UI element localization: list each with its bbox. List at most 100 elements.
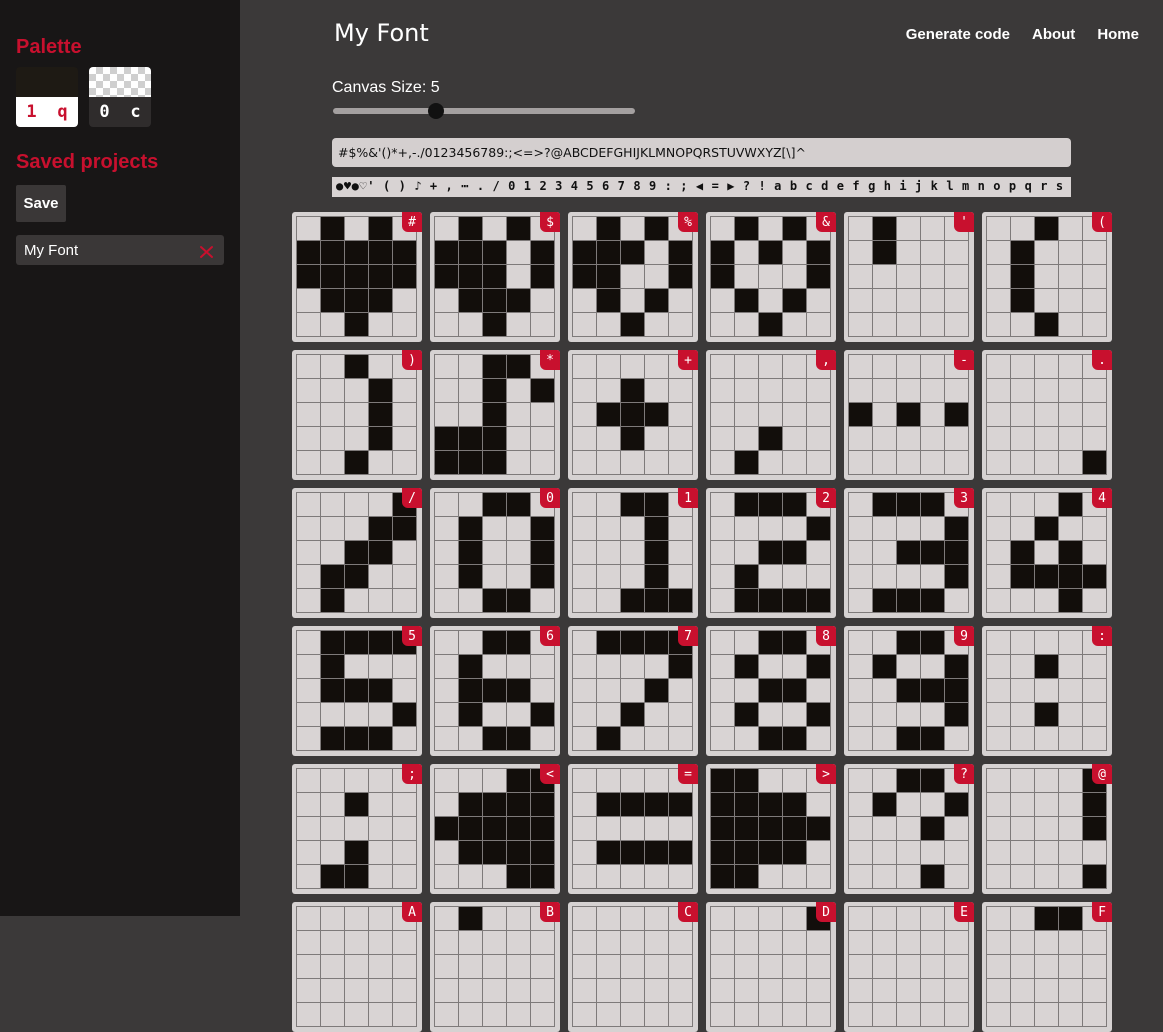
pixel-cell[interactable] <box>849 931 872 954</box>
pixel-cell[interactable] <box>483 517 506 540</box>
pixel-cell[interactable] <box>321 451 344 474</box>
pixel-cell[interactable] <box>873 427 896 450</box>
pixel-cell[interactable] <box>807 703 830 726</box>
pixel-cell[interactable] <box>1059 1003 1082 1026</box>
pixel-cell[interactable] <box>945 427 968 450</box>
pixel-cell[interactable] <box>645 703 668 726</box>
pixel-cell[interactable] <box>459 313 482 336</box>
pixel-cell[interactable] <box>459 265 482 288</box>
pixel-cell[interactable] <box>507 241 530 264</box>
pixel-cell[interactable] <box>921 241 944 264</box>
pixel-cell[interactable] <box>531 727 554 750</box>
pixel-cell[interactable] <box>531 427 554 450</box>
pixel-cell[interactable] <box>759 655 782 678</box>
pixel-cell[interactable] <box>669 679 692 702</box>
pixel-cell[interactable] <box>531 451 554 474</box>
pixel-cell[interactable] <box>573 289 596 312</box>
pixel-cell[interactable] <box>711 703 734 726</box>
pixel-cell[interactable] <box>597 451 620 474</box>
pixel-cell[interactable] <box>1083 793 1106 816</box>
pixel-cell[interactable] <box>345 217 368 240</box>
pixel-cell[interactable] <box>297 955 320 978</box>
nav-home[interactable]: Home <box>1097 26 1139 43</box>
pixel-cell[interactable] <box>711 865 734 888</box>
pixel-cell[interactable] <box>645 289 668 312</box>
pixel-cell[interactable] <box>297 217 320 240</box>
pixel-cell[interactable] <box>435 955 458 978</box>
pixel-cell[interactable] <box>783 451 806 474</box>
pixel-cell[interactable] <box>669 241 692 264</box>
pixel-cell[interactable] <box>735 631 758 654</box>
pixel-cell[interactable] <box>735 907 758 930</box>
pixel-cell[interactable] <box>945 727 968 750</box>
pixel-cell[interactable] <box>621 451 644 474</box>
pixel-cell[interactable] <box>987 217 1010 240</box>
pixel-cell[interactable] <box>621 217 644 240</box>
pixel-cell[interactable] <box>783 817 806 840</box>
canvas-size-slider[interactable] <box>333 102 635 120</box>
pixel-cell[interactable] <box>621 493 644 516</box>
pixel-cell[interactable] <box>945 313 968 336</box>
pixel-cell[interactable] <box>735 493 758 516</box>
pixel-cell[interactable] <box>345 565 368 588</box>
pixel-cell[interactable] <box>507 217 530 240</box>
pixel-cell[interactable] <box>735 517 758 540</box>
pixel-cell[interactable] <box>573 1003 596 1026</box>
pixel-cell[interactable] <box>621 427 644 450</box>
pixel-cell[interactable] <box>735 841 758 864</box>
pixel-cell[interactable] <box>1083 955 1106 978</box>
pixel-cell[interactable] <box>759 355 782 378</box>
pixel-cell[interactable] <box>669 1003 692 1026</box>
pixel-cell[interactable] <box>369 793 392 816</box>
pixel-cell[interactable] <box>483 817 506 840</box>
pixel-cell[interactable] <box>669 427 692 450</box>
pixel-cell[interactable] <box>369 565 392 588</box>
pixel-cell[interactable] <box>873 727 896 750</box>
pixel-cell[interactable] <box>783 241 806 264</box>
pixel-cell[interactable] <box>621 541 644 564</box>
pixel-cell[interactable] <box>921 217 944 240</box>
pixel-cell[interactable] <box>783 631 806 654</box>
pixel-cell[interactable] <box>573 403 596 426</box>
pixel-cell[interactable] <box>597 907 620 930</box>
pixel-cell[interactable] <box>1083 403 1106 426</box>
pixel-cell[interactable] <box>669 379 692 402</box>
pixel-cell[interactable] <box>1011 727 1034 750</box>
pixel-cell[interactable] <box>435 379 458 402</box>
pixel-cell[interactable] <box>1011 379 1034 402</box>
pixel-cell[interactable] <box>435 865 458 888</box>
pixel-cell[interactable] <box>897 793 920 816</box>
pixel-cell[interactable] <box>1011 517 1034 540</box>
pixel-cell[interactable] <box>483 931 506 954</box>
pixel-cell[interactable] <box>435 313 458 336</box>
pixel-cell[interactable] <box>897 379 920 402</box>
pixel-cell[interactable] <box>321 769 344 792</box>
pixel-cell[interactable] <box>897 265 920 288</box>
pixel-cell[interactable] <box>621 841 644 864</box>
pixel-cell[interactable] <box>435 631 458 654</box>
pixel-cell[interactable] <box>483 313 506 336</box>
pixel-cell[interactable] <box>735 451 758 474</box>
pixel-cell[interactable] <box>621 241 644 264</box>
pixel-cell[interactable] <box>459 679 482 702</box>
pixel-cell[interactable] <box>1059 589 1082 612</box>
pixel-cell[interactable] <box>321 493 344 516</box>
pixel-cell[interactable] <box>321 655 344 678</box>
pixel-cell[interactable] <box>393 793 416 816</box>
pixel-cell[interactable] <box>597 289 620 312</box>
pixel-cell[interactable] <box>783 427 806 450</box>
pixel-cell[interactable] <box>1083 565 1106 588</box>
pixel-cell[interactable] <box>873 451 896 474</box>
pixel-cell[interactable] <box>483 265 506 288</box>
pixel-cell[interactable] <box>597 979 620 1002</box>
pixel-cell[interactable] <box>1059 679 1082 702</box>
pixel-cell[interactable] <box>921 565 944 588</box>
pixel-cell[interactable] <box>297 907 320 930</box>
pixel-cell[interactable] <box>897 1003 920 1026</box>
pixel-cell[interactable] <box>621 865 644 888</box>
pixel-cell[interactable] <box>297 565 320 588</box>
pixel-cell[interactable] <box>897 589 920 612</box>
pixel-cell[interactable] <box>711 589 734 612</box>
pixel-cell[interactable] <box>345 493 368 516</box>
pixel-cell[interactable] <box>345 865 368 888</box>
